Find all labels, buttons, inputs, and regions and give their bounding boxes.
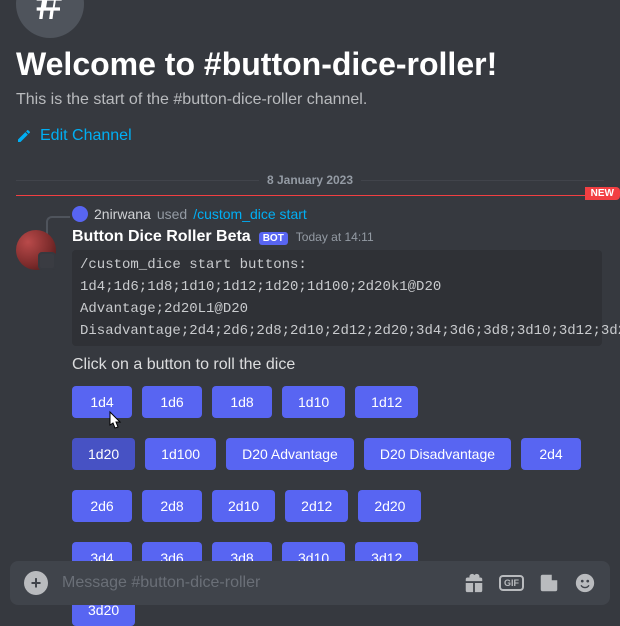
dice-button-1d20[interactable]: 1d20 (72, 438, 135, 470)
date-divider: 8 January 2023 (16, 173, 604, 187)
dice-button-2d4[interactable]: 2d4 (521, 438, 581, 470)
dice-button-2d20[interactable]: 2d20 (358, 490, 421, 522)
message-author[interactable]: Button Dice Roller Beta (72, 228, 251, 246)
instruction-text: Click on a button to roll the dice (72, 356, 604, 374)
dice-button-d20-disadvantage[interactable]: D20 Disadvantage (364, 438, 511, 470)
dice-button-1d4[interactable]: 1d4 (72, 386, 132, 418)
message-input[interactable] (62, 574, 449, 592)
dice-button-2d6[interactable]: 2d6 (72, 490, 132, 522)
new-messages-divider: NEW (16, 195, 604, 196)
reply-username: 2nirwana (94, 206, 151, 222)
dice-button-2d8[interactable]: 2d8 (142, 490, 202, 522)
dice-button-1d100[interactable]: 1d100 (145, 438, 216, 470)
dice-button-2d10[interactable]: 2d10 (212, 490, 275, 522)
sticker-icon[interactable] (538, 572, 560, 594)
dice-button-1d12[interactable]: 1d12 (355, 386, 418, 418)
dice-button-2d12[interactable]: 2d12 (285, 490, 348, 522)
emoji-icon[interactable] (574, 572, 596, 594)
dice-button-1d6[interactable]: 1d6 (142, 386, 202, 418)
edit-channel-label: Edit Channel (40, 127, 132, 145)
welcome-title: Welcome to #button-dice-roller! (16, 46, 604, 83)
reply-context[interactable]: 2nirwana used /custom_dice start (72, 206, 604, 222)
message-timestamp: Today at 14:11 (296, 230, 374, 244)
reply-avatar (72, 206, 88, 222)
edit-channel-link[interactable]: Edit Channel (16, 127, 132, 145)
new-badge: NEW (585, 187, 620, 200)
gif-icon[interactable]: GIF (499, 575, 524, 591)
dice-button-d20-advantage[interactable]: D20 Advantage (226, 438, 354, 470)
pencil-icon (16, 128, 32, 144)
command-block: /custom_dice start buttons: 1d4;1d6;1d8;… (72, 250, 602, 346)
welcome-subtitle: This is the start of the #button-dice-ro… (16, 91, 604, 109)
bot-tag: BOT (259, 232, 288, 245)
message-composer[interactable]: + GIF (10, 561, 610, 605)
dice-button-1d8[interactable]: 1d8 (212, 386, 272, 418)
reply-verb: used (157, 206, 187, 222)
reply-command: /custom_dice start (193, 206, 307, 222)
channel-hash-icon (16, 0, 84, 38)
dice-button-1d10[interactable]: 1d10 (282, 386, 345, 418)
bot-avatar[interactable] (16, 230, 56, 270)
attach-button[interactable]: + (24, 571, 48, 595)
gift-icon[interactable] (463, 572, 485, 594)
